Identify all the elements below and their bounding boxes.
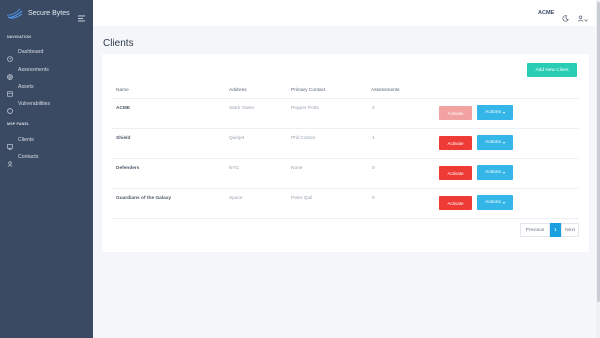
- sidebar-item-vulnerabilities[interactable]: Vulnerabilities: [7, 99, 89, 114]
- caret-down-icon: [502, 201, 505, 204]
- actions-label: Actions: [485, 170, 501, 175]
- clock-icon: [7, 49, 13, 62]
- table-row: ACME Stark Tower Pepper Potts 4 Activate…: [112, 99, 579, 129]
- client-name: Defenders: [116, 166, 140, 171]
- moon-icon[interactable]: [562, 9, 569, 22]
- pagination-previous[interactable]: Previous: [520, 223, 550, 237]
- menu-collapse-icon[interactable]: [78, 9, 86, 22]
- actions-button[interactable]: Actions: [477, 165, 513, 180]
- pagination-page[interactable]: 1: [550, 223, 561, 237]
- sidebar-item-label: Vulnerabilities: [18, 101, 51, 107]
- client-address: Stark Tower: [229, 106, 255, 111]
- sidebar-item-label: Assets: [18, 84, 34, 90]
- table-row: Guardians of the Galaxy Space Peter Quil…: [112, 189, 579, 219]
- sidebar-item-clients[interactable]: Clients: [7, 135, 89, 150]
- add-client-button[interactable]: Add New Client: [527, 63, 577, 77]
- sidebar-item-label: Dashboard: [18, 49, 44, 55]
- client-contact: None: [291, 166, 303, 171]
- brand-name: Secure Bytes: [28, 9, 70, 17]
- brand[interactable]: Secure Bytes: [6, 6, 89, 20]
- org-name[interactable]: ACME: [538, 10, 554, 16]
- user-icon: [7, 154, 13, 167]
- pagination: Previous 1 Next: [520, 223, 579, 237]
- activate-button[interactable]: Activate: [439, 136, 472, 150]
- wave-logo-icon: [6, 7, 23, 19]
- client-address: Quinjet: [229, 136, 245, 141]
- column-header-assessments: Assessments: [371, 88, 400, 93]
- sidebar-item-contacts[interactable]: Contacts: [7, 152, 89, 167]
- client-name: ACME: [116, 106, 131, 111]
- client-name: Guardians of the Galaxy: [116, 196, 172, 201]
- caret-down-icon: [502, 171, 505, 174]
- column-header-address: Address: [229, 88, 247, 93]
- client-address: NYC: [229, 166, 240, 171]
- sidebar-item-label: Assessments: [18, 67, 49, 73]
- column-header-contact: Primary Contact: [291, 88, 326, 93]
- actions-label: Actions: [485, 110, 501, 115]
- caret-down-icon: [502, 141, 505, 144]
- top-header: ACME: [93, 0, 600, 26]
- globe-icon: [7, 67, 13, 80]
- actions-label: Actions: [485, 200, 501, 205]
- page-title: Clients: [103, 38, 134, 49]
- sidebar-item-dashboard[interactable]: Dashboard: [7, 47, 89, 62]
- sidebar-item-assets[interactable]: Assets: [7, 82, 89, 97]
- chevron-down-icon[interactable]: [584, 10, 588, 22]
- table-row: Shield Quinjet Phil Colson 1 Activate Ac…: [112, 129, 579, 159]
- page-scrollbar[interactable]: [596, 0, 600, 338]
- client-contact: Peter Quil: [291, 196, 313, 201]
- actions-button[interactable]: Actions: [477, 195, 513, 210]
- activate-button[interactable]: Activate: [439, 196, 472, 210]
- caret-down-icon: [502, 111, 505, 114]
- nav-heading-msp-panel: MSP PANEL: [7, 122, 30, 126]
- sidebar-item-assessments[interactable]: Assessments: [7, 65, 89, 80]
- box-icon: [7, 84, 13, 97]
- activate-button[interactable]: Activate: [439, 166, 472, 180]
- client-assessments: 4: [372, 106, 375, 111]
- client-assessments: 1: [372, 136, 375, 141]
- client-assessments: 0: [372, 166, 375, 171]
- client-address: Space: [229, 196, 243, 201]
- column-header-name: Name: [116, 88, 129, 93]
- activate-button[interactable]: Activate: [439, 106, 472, 120]
- sidebar-item-label: Clients: [18, 137, 34, 143]
- scrollbar-thumb[interactable]: [596, 2, 600, 302]
- sidebar: Secure Bytes NAVIGATION Dashboard Assess…: [0, 0, 93, 338]
- table-row: Defenders NYC None 0 Activate Actions: [112, 159, 579, 189]
- client-contact: Pepper Potts: [291, 106, 319, 111]
- user-menu-icon[interactable]: [577, 9, 584, 22]
- circle-icon: [7, 101, 13, 114]
- actions-button[interactable]: Actions: [477, 135, 513, 150]
- monitor-icon: [7, 137, 13, 150]
- actions-button[interactable]: Actions: [477, 105, 513, 120]
- actions-label: Actions: [485, 140, 501, 145]
- pagination-next[interactable]: Next: [561, 223, 579, 237]
- client-name: Shield: [116, 136, 131, 141]
- sidebar-item-label: Contacts: [18, 154, 39, 160]
- client-assessments: 0: [372, 196, 375, 201]
- clients-card: Add New Client Name Address Primary Cont…: [102, 54, 589, 252]
- nav-heading-navigation: NAVIGATION: [7, 35, 32, 39]
- client-contact: Phil Colson: [291, 136, 316, 141]
